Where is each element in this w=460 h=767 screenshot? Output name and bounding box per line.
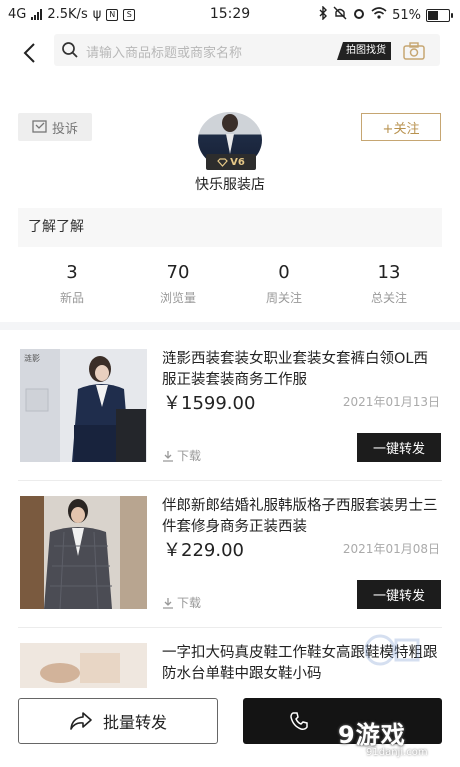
stat-value: 70 [166, 262, 190, 283]
watermark-faint-logo [364, 634, 420, 666]
section-divider [0, 322, 460, 330]
watermark-brand: 9游戏 [338, 721, 406, 749]
stat-views[interactable]: 70 浏览量 [138, 262, 218, 306]
stat-total-follows[interactable]: 13 总关注 [349, 262, 429, 306]
bluetooth-icon [318, 5, 328, 24]
watermark-domain: 91danji.com [366, 747, 428, 758]
item-separator [18, 480, 442, 481]
batch-repost-button[interactable]: 批量转发 [18, 698, 218, 744]
alarm-icon [352, 6, 366, 24]
phone-icon [290, 712, 308, 730]
camera-icon[interactable] [403, 42, 425, 60]
one-click-repost-button[interactable]: 一键转发 [357, 433, 441, 462]
top-nav: 请输入商品标题或商家名称 拍图找货 [0, 34, 460, 70]
stat-value: 13 [377, 262, 401, 283]
stat-weekly-follows[interactable]: 0 周关注 [244, 262, 324, 306]
complain-button[interactable]: 投诉 [18, 113, 92, 141]
vip-level: V6 [230, 156, 245, 168]
status-right: 51% [318, 5, 453, 24]
download-button[interactable]: 下载 [162, 594, 201, 611]
back-button[interactable] [18, 40, 44, 66]
download-label: 下载 [177, 596, 202, 610]
site-watermark: 9游戏 91danji.com [336, 713, 446, 763]
battery-icon [426, 8, 453, 22]
about-store-bar[interactable]: 了解了解 [18, 208, 442, 247]
product-title[interactable]: 伴郎新郎结婚礼服韩版格子西服套装男士三件套修身商务正装西装 [162, 496, 442, 538]
item-separator [18, 627, 442, 628]
share-arrow-icon [70, 712, 92, 730]
stat-value: 3 [66, 262, 78, 283]
stat-label: 浏览量 [159, 291, 196, 305]
store-header: 投诉 V6 +关注 快乐服装店 [0, 108, 460, 208]
search-icon [62, 42, 78, 58]
download-icon [163, 597, 173, 609]
chevron-left-icon [23, 43, 35, 63]
product-item[interactable]: 涟影 涟影西装套装女职业套装女套裤白领OL西服正装套装商务工作服 ￥1599.0… [0, 349, 460, 477]
wifi-icon [371, 7, 387, 23]
product-title[interactable]: 涟影西装套装女职业套装女套裤白领OL西服正装套装商务工作服 [162, 349, 442, 391]
search-input[interactable]: 请输入商品标题或商家名称 拍图找货 [54, 34, 440, 66]
product-date: 2021年01月13日 [342, 395, 440, 409]
product-image[interactable]: 涟影 [20, 349, 147, 462]
one-click-repost-button[interactable]: 一键转发 [357, 580, 441, 609]
stat-value: 0 [278, 262, 290, 283]
product-item[interactable]: 伴郎新郎结婚礼服韩版格子西服套装男士三件套修身商务正装西装 ￥229.00 20… [0, 496, 460, 624]
stat-new-products[interactable]: 3 新品 [32, 262, 112, 306]
product-image[interactable] [20, 643, 147, 688]
battery-percent: 51% [392, 7, 421, 23]
batch-repost-label: 批量转发 [102, 713, 167, 732]
product-price: ￥229.00 [163, 540, 244, 561]
report-icon [32, 120, 47, 133]
follow-button[interactable]: +关注 [361, 113, 441, 141]
download-label: 下载 [177, 449, 202, 463]
stat-label: 新品 [59, 291, 84, 305]
store-name: 快乐服装店 [195, 177, 265, 193]
photo-search-button[interactable]: 拍图找货 [337, 42, 425, 60]
search-placeholder: 请输入商品标题或商家名称 [86, 46, 243, 61]
product-price: ￥1599.00 [163, 393, 256, 414]
thumb-brand-text: 涟影 [24, 354, 40, 363]
stat-label: 总关注 [370, 291, 407, 305]
mute-icon [333, 6, 347, 24]
complain-label: 投诉 [51, 121, 78, 137]
product-date: 2021年01月08日 [342, 542, 440, 556]
download-icon [163, 450, 173, 462]
stat-label: 周关注 [265, 291, 302, 305]
vip-badge: V6 [206, 154, 256, 170]
product-image[interactable] [20, 496, 147, 609]
photo-search-label: 拍图找货 [337, 42, 391, 60]
diamond-icon [217, 157, 228, 167]
store-stats: 3 新品 70 浏览量 0 周关注 13 总关注 [0, 262, 460, 310]
status-bar: 4G 2.5K/s ψ N S 15:29 51% [0, 0, 460, 30]
download-button[interactable]: 下载 [162, 447, 201, 464]
